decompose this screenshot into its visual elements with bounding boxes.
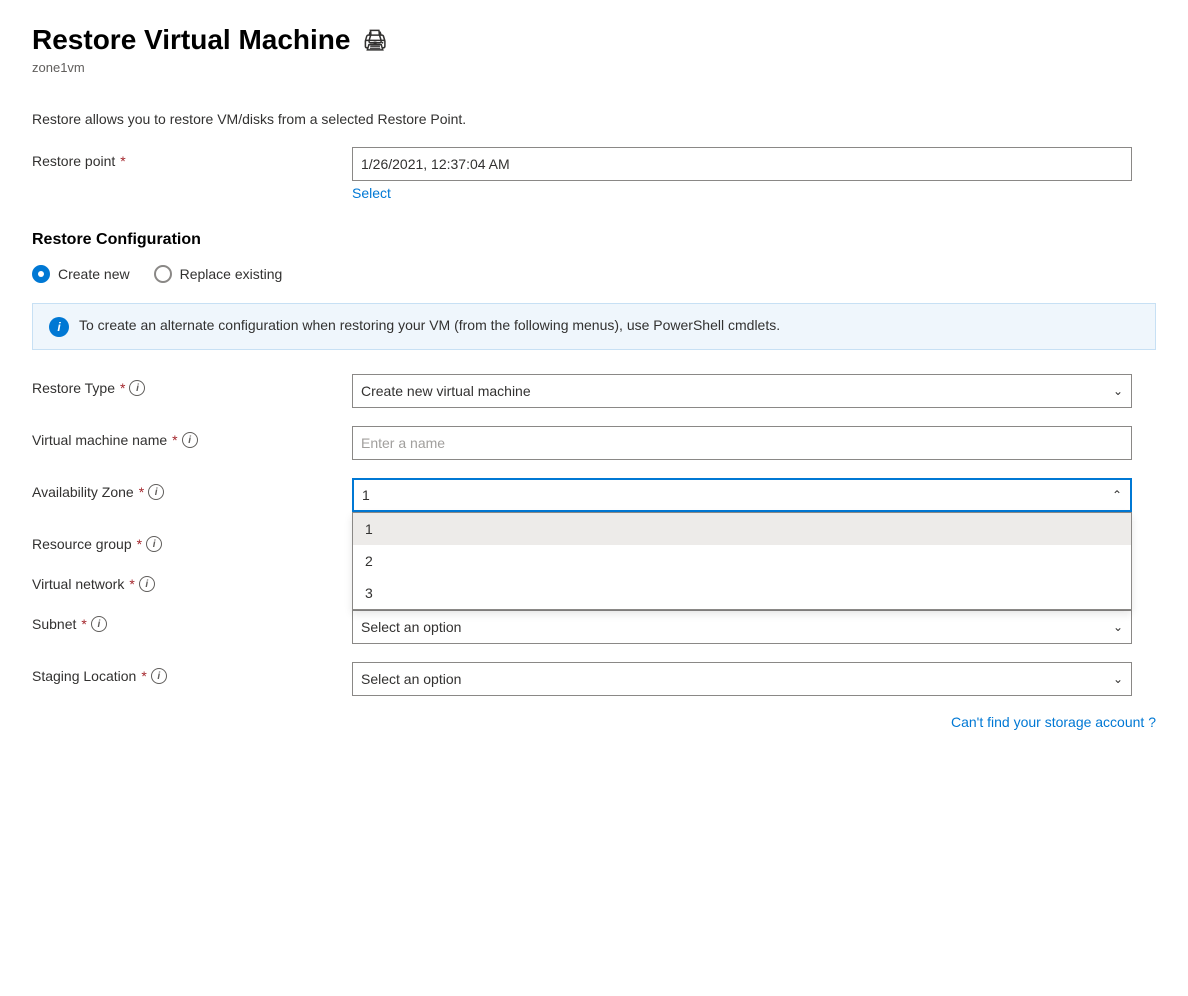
subnet-dropdown[interactable]: Select an option ⌄ [352,610,1132,644]
restore-point-label: Restore point * [32,147,352,169]
resource-group-label: Resource group * i [32,530,352,552]
staging-location-control: Select an option ⌄ [352,662,1132,696]
restore-type-value: Create new virtual machine [361,383,531,399]
availability-zone-info-icon[interactable]: i [148,484,164,500]
availability-zone-option-1[interactable]: 1 [353,513,1131,545]
vm-name-row: Virtual machine name * i [32,426,1156,460]
availability-zone-chevron-icon: ⌃ [1112,488,1122,502]
radio-replace-existing[interactable]: Replace existing [154,265,283,283]
subnet-control: Select an option ⌄ [352,610,1132,644]
restore-type-row: Restore Type * i Create new virtual mach… [32,374,1156,408]
radio-create-new-circle[interactable] [32,265,50,283]
virtual-network-label: Virtual network * i [32,570,352,592]
restore-point-row: Restore point * 1/26/2021, 12:37:04 AM S… [32,147,1156,201]
virtual-network-info-icon[interactable]: i [139,576,155,592]
resource-group-info-icon[interactable]: i [146,536,162,552]
subnet-info-icon[interactable]: i [91,616,107,632]
subnet-row: Subnet * i Select an option ⌄ [32,610,1156,644]
availability-zone-row: Availability Zone * i 1 ⌃ 1 2 3 [32,478,1156,512]
page-title: Restore Virtual Machine [32,24,350,56]
staging-location-dropdown[interactable]: Select an option ⌄ [352,662,1132,696]
radio-create-new-label: Create new [58,266,130,282]
vm-name-label: Virtual machine name * i [32,426,352,448]
radio-replace-existing-circle[interactable] [154,265,172,283]
availability-zone-option-3[interactable]: 3 [353,577,1131,609]
vm-name-required: * [172,432,177,448]
staging-location-label: Staging Location * i [32,662,352,684]
availability-zone-value: 1 [362,487,370,503]
staging-location-required: * [141,668,146,684]
restore-options-group: Create new Replace existing [32,265,1156,283]
staging-location-row: Staging Location * i Select an option ⌄ [32,662,1156,696]
print-icon[interactable]: 🖨 [362,28,387,53]
availability-zone-required: * [139,484,144,500]
restore-type-chevron-icon: ⌄ [1113,384,1123,398]
virtual-network-required: * [129,576,134,592]
restore-point-control: 1/26/2021, 12:37:04 AM Select [352,147,1132,201]
restore-configuration-section: Restore Configuration Create new Replace… [32,231,1156,350]
resource-group-required: * [137,536,142,552]
page-description: Restore allows you to restore VM/disks f… [32,111,1156,127]
restore-configuration-heading: Restore Configuration [32,231,1156,249]
subnet-label: Subnet * i [32,610,352,632]
page-title-container: Restore Virtual Machine 🖨 [32,24,1156,56]
staging-location-placeholder: Select an option [361,671,461,687]
restore-type-info-icon[interactable]: i [129,380,145,396]
radio-replace-existing-label: Replace existing [180,266,283,282]
availability-zone-options: 1 2 3 [352,512,1132,610]
restore-type-label: Restore Type * i [32,374,352,396]
restore-point-select-link[interactable]: Select [352,185,391,201]
staging-location-chevron-icon: ⌄ [1113,672,1123,686]
restore-point-value: 1/26/2021, 12:37:04 AM [352,147,1132,181]
cant-find-storage-link[interactable]: Can't find your storage account ? [951,714,1156,730]
vm-name-control [352,426,1132,460]
restore-point-required: * [120,153,125,169]
subnet-chevron-icon: ⌄ [1113,620,1123,634]
subnet-required: * [81,616,86,632]
page-subtitle: zone1vm [32,60,1156,75]
radio-create-new[interactable]: Create new [32,265,130,283]
restore-type-required: * [120,380,125,396]
restore-type-control: Create new virtual machine ⌄ [352,374,1132,408]
cant-find-storage-container: Can't find your storage account ? [32,714,1156,730]
info-banner: i To create an alternate configuration w… [32,303,1156,350]
info-banner-icon: i [49,317,69,337]
availability-zone-label: Availability Zone * i [32,478,352,500]
restore-type-dropdown[interactable]: Create new virtual machine ⌄ [352,374,1132,408]
availability-zone-control: 1 ⌃ 1 2 3 [352,478,1132,512]
staging-location-info-icon[interactable]: i [151,668,167,684]
subnet-placeholder: Select an option [361,619,461,635]
vm-name-info-icon[interactable]: i [182,432,198,448]
info-banner-text: To create an alternate configuration whe… [79,316,780,336]
availability-zone-dropdown[interactable]: 1 ⌃ [352,478,1132,512]
vm-name-input[interactable] [352,426,1132,460]
availability-zone-option-2[interactable]: 2 [353,545,1131,577]
